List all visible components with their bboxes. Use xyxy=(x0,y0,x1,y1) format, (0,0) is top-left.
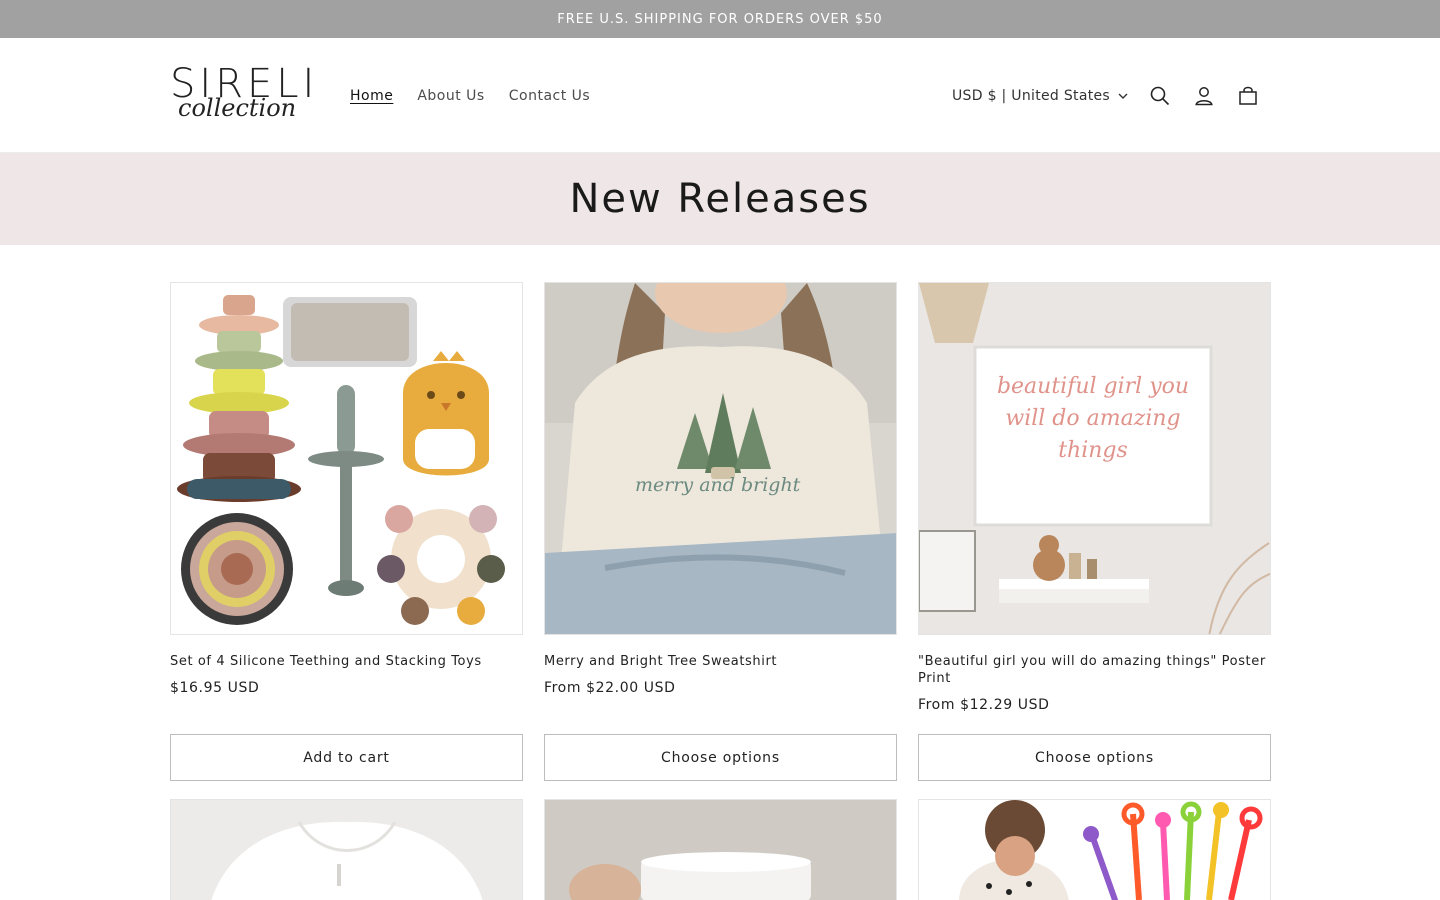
product-image-poster-print[interactable]: beautiful girl you will do amazing thing… xyxy=(918,282,1271,635)
nav-contact-us[interactable]: Contact Us xyxy=(497,88,602,104)
account-button[interactable] xyxy=(1182,74,1226,118)
nav-home[interactable]: Home xyxy=(338,88,405,104)
product-title[interactable]: Merry and Bright Tree Sweatshirt xyxy=(544,653,897,670)
announcement-bar: FREE U.S. SHIPPING FOR ORDERS OVER $50 xyxy=(0,0,1440,38)
announcement-text: FREE U.S. SHIPPING FOR ORDERS OVER $50 xyxy=(557,11,883,27)
chevron-down-icon xyxy=(1118,93,1128,99)
product-card[interactable]: beautiful girl you will do amazing thing… xyxy=(918,282,1271,781)
product-grid-row-2 xyxy=(170,799,1271,900)
main-nav: Home About Us Contact Us xyxy=(338,38,602,153)
collection-banner: New Releases xyxy=(0,153,1440,245)
page-title: New Releases xyxy=(569,176,871,222)
product-image-teething-toys[interactable] xyxy=(170,282,523,635)
product-image-baby-toys[interactable] xyxy=(918,799,1271,900)
product-grid: Set of 4 Silicone Teething and Stacking … xyxy=(170,282,1271,781)
cart-icon xyxy=(1239,86,1257,105)
product-card[interactable]: Set of 4 Silicone Teething and Stacking … xyxy=(170,282,523,781)
choose-options-button[interactable]: Choose options xyxy=(918,734,1271,781)
nav-about-us[interactable]: About Us xyxy=(405,88,496,104)
site-logo[interactable]: SIRELI collection xyxy=(170,64,314,128)
site-header: SIRELI collection Home About Us Contact … xyxy=(0,38,1440,153)
product-image-sweatshirt[interactable]: merry and bright xyxy=(544,282,897,635)
sweatshirt-print-text: merry and bright xyxy=(635,474,801,496)
search-icon xyxy=(1150,86,1170,105)
account-icon xyxy=(1195,86,1213,105)
add-to-cart-button[interactable]: Add to cart xyxy=(170,734,523,781)
product-price: From $22.00 USD xyxy=(544,680,676,696)
product-price: From $12.29 USD xyxy=(918,697,1050,713)
choose-options-button[interactable]: Choose options xyxy=(544,734,897,781)
product-card[interactable]: merry and bright Merry and Bright Tree S… xyxy=(544,282,897,781)
product-image-tshirt[interactable] xyxy=(170,799,523,900)
currency-label: USD $ | United States xyxy=(952,87,1110,104)
logo-script: collection xyxy=(178,94,297,122)
currency-selector[interactable]: USD $ | United States xyxy=(948,82,1132,110)
header-tools: USD $ | United States xyxy=(948,38,1270,153)
product-title[interactable]: Set of 4 Silicone Teething and Stacking … xyxy=(170,653,523,670)
product-price: $16.95 USD xyxy=(170,680,260,696)
product-title[interactable]: "Beautiful girl you will do amazing thin… xyxy=(918,653,1271,687)
product-image-mug[interactable] xyxy=(544,799,897,900)
poster-print-text: beautiful girl you will do amazing thing… xyxy=(996,374,1190,463)
search-button[interactable] xyxy=(1138,74,1182,118)
cart-button[interactable] xyxy=(1226,74,1270,118)
